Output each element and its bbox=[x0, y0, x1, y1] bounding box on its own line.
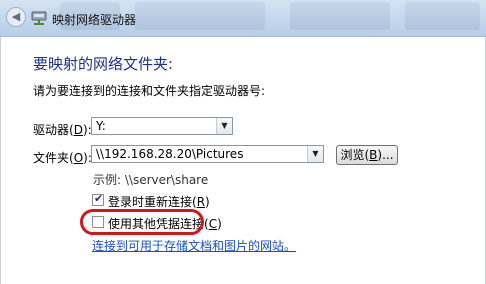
instruction-text: 请为要连接到的连接和文件夹指定驱动器号: bbox=[33, 84, 266, 98]
title-bar: ◀ 映射网络驱动器 bbox=[0, 0, 486, 37]
background-blur bbox=[405, 2, 480, 30]
reconnect-label[interactable]: 登录时重新连接(R) bbox=[108, 193, 210, 210]
back-button[interactable]: ◀ bbox=[6, 7, 26, 27]
drive-select[interactable]: Y: ▼ bbox=[91, 117, 233, 135]
background-blur bbox=[135, 2, 265, 30]
chevron-down-icon[interactable]: ▼ bbox=[216, 118, 232, 134]
folder-input-value: \\192.168.28.20\Pictures bbox=[96, 147, 244, 161]
network-drive-icon bbox=[31, 11, 47, 25]
checkmark-icon: ✔ bbox=[94, 192, 104, 205]
window-title: 映射网络驱动器 bbox=[52, 13, 137, 27]
drive-select-value: Y: bbox=[96, 119, 106, 133]
browse-button[interactable]: 浏览(B)... bbox=[336, 145, 398, 165]
page-heading: 要映射的网络文件夹: bbox=[33, 55, 174, 73]
connect-website-link[interactable]: 连接到可用于存储文档和图片的网站。 bbox=[92, 237, 296, 254]
folder-input[interactable]: \\192.168.28.20\Pictures ▼ bbox=[91, 145, 324, 163]
drive-label: 驱动器(D): bbox=[33, 123, 92, 137]
example-text: 示例: \\server\share bbox=[93, 173, 209, 187]
reconnect-checkbox[interactable]: ✔ bbox=[92, 192, 104, 206]
annotation-highlight bbox=[80, 209, 204, 235]
chevron-down-icon[interactable]: ▼ bbox=[307, 146, 323, 162]
background-blur bbox=[290, 2, 390, 30]
folder-label: 文件夹(O): bbox=[33, 151, 92, 165]
